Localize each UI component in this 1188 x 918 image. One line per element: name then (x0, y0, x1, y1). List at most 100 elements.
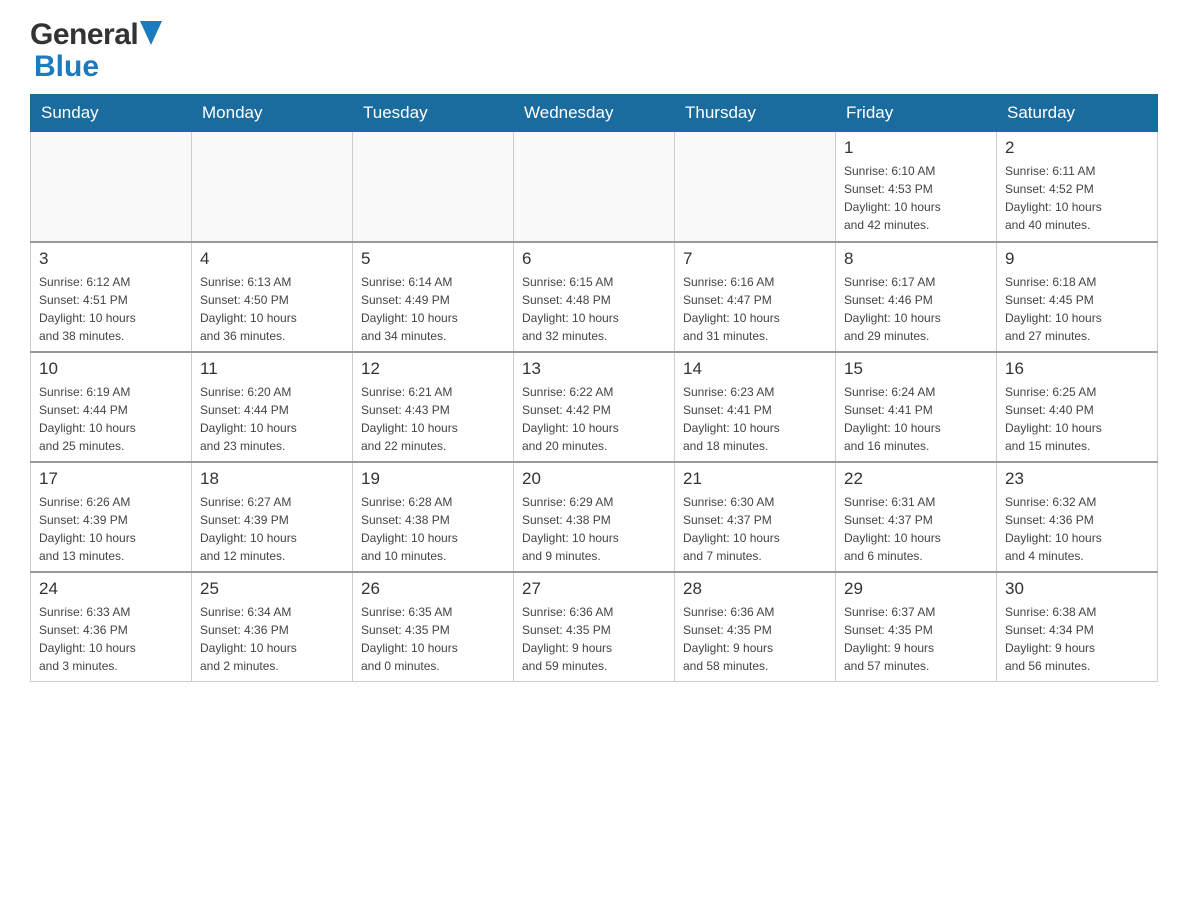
calendar-week-row: 17 Sunrise: 6:26 AM Sunset: 4:39 PM Dayli… (31, 462, 1158, 572)
day-number: 30 (1005, 579, 1149, 599)
calendar-cell: 30 Sunrise: 6:38 AM Sunset: 4:34 PM Dayli… (997, 572, 1158, 682)
day-info: Sunrise: 6:33 AM Sunset: 4:36 PM Dayligh… (39, 603, 183, 675)
calendar-cell: 29Sunrise: 6:37 AM Sunset: 4:35 PM Dayli… (836, 572, 997, 682)
day-info: Sunrise: 6:22 AM Sunset: 4:42 PM Dayligh… (522, 383, 666, 455)
day-info: Sunrise: 6:17 AM Sunset: 4:46 PM Dayligh… (844, 273, 988, 345)
day-info: Sunrise: 6:16 AM Sunset: 4:47 PM Dayligh… (683, 273, 827, 345)
day-number: 27 (522, 579, 666, 599)
calendar-cell: 23 Sunrise: 6:32 AM Sunset: 4:36 PM Dayli… (997, 462, 1158, 572)
day-info: Sunrise: 6:13 AM Sunset: 4:50 PM Dayligh… (200, 273, 344, 345)
calendar-header-row: SundayMondayTuesdayWednesdayThursdayFrid… (31, 95, 1158, 132)
day-number: 26 (361, 579, 505, 599)
calendar-cell: 13Sunrise: 6:22 AM Sunset: 4:42 PM Dayli… (514, 352, 675, 462)
day-number: 17 (39, 469, 183, 489)
day-info: Sunrise: 6:10 AM Sunset: 4:53 PM Dayligh… (844, 162, 988, 234)
calendar-week-row: 1 Sunrise: 6:10 AM Sunset: 4:53 PM Daylig… (31, 132, 1158, 242)
calendar-cell: 5 Sunrise: 6:14 AM Sunset: 4:49 PM Daylig… (353, 242, 514, 352)
day-info: Sunrise: 6:32 AM Sunset: 4:36 PM Dayligh… (1005, 493, 1149, 565)
day-number: 21 (683, 469, 827, 489)
day-number: 7 (683, 249, 827, 269)
calendar-cell: 3 Sunrise: 6:12 AM Sunset: 4:51 PM Daylig… (31, 242, 192, 352)
calendar-week-row: 3 Sunrise: 6:12 AM Sunset: 4:51 PM Daylig… (31, 242, 1158, 352)
calendar-cell: 25 Sunrise: 6:34 AM Sunset: 4:36 PM Dayli… (192, 572, 353, 682)
day-info: Sunrise: 6:21 AM Sunset: 4:43 PM Dayligh… (361, 383, 505, 455)
calendar-cell (192, 132, 353, 242)
day-info: Sunrise: 6:37 AM Sunset: 4:35 PM Dayligh… (844, 603, 988, 675)
calendar-cell: 19 Sunrise: 6:28 AM Sunset: 4:38 PM Dayli… (353, 462, 514, 572)
day-number: 2 (1005, 138, 1149, 158)
calendar-cell: 10 Sunrise: 6:19 AM Sunset: 4:44 PM Dayli… (31, 352, 192, 462)
day-number: 5 (361, 249, 505, 269)
weekday-header-wednesday: Wednesday (514, 95, 675, 132)
day-info: Sunrise: 6:30 AM Sunset: 4:37 PM Dayligh… (683, 493, 827, 565)
day-info: Sunrise: 6:35 AM Sunset: 4:35 PM Dayligh… (361, 603, 505, 675)
calendar-cell: 27 Sunrise: 6:36 AM Sunset: 4:35 PM Dayli… (514, 572, 675, 682)
calendar-cell: 9Sunrise: 6:18 AM Sunset: 4:45 PM Daylig… (997, 242, 1158, 352)
day-info: Sunrise: 6:23 AM Sunset: 4:41 PM Dayligh… (683, 383, 827, 455)
day-info: Sunrise: 6:26 AM Sunset: 4:39 PM Dayligh… (39, 493, 183, 565)
calendar-cell (31, 132, 192, 242)
weekday-header-monday: Monday (192, 95, 353, 132)
calendar-cell: 15 Sunrise: 6:24 AM Sunset: 4:41 PM Dayli… (836, 352, 997, 462)
calendar-table: SundayMondayTuesdayWednesdayThursdayFrid… (30, 94, 1158, 682)
calendar-week-row: 24 Sunrise: 6:33 AM Sunset: 4:36 PM Dayli… (31, 572, 1158, 682)
day-number: 16 (1005, 359, 1149, 379)
day-info: Sunrise: 6:25 AM Sunset: 4:40 PM Dayligh… (1005, 383, 1149, 455)
day-number: 10 (39, 359, 183, 379)
day-info: Sunrise: 6:12 AM Sunset: 4:51 PM Dayligh… (39, 273, 183, 345)
day-number: 19 (361, 469, 505, 489)
day-number: 23 (1005, 469, 1149, 489)
logo-triangle-icon (140, 21, 162, 45)
day-info: Sunrise: 6:38 AM Sunset: 4:34 PM Dayligh… (1005, 603, 1149, 675)
day-number: 18 (200, 469, 344, 489)
day-info: Sunrise: 6:24 AM Sunset: 4:41 PM Dayligh… (844, 383, 988, 455)
day-number: 3 (39, 249, 183, 269)
day-info: Sunrise: 6:28 AM Sunset: 4:38 PM Dayligh… (361, 493, 505, 565)
calendar-cell: 17 Sunrise: 6:26 AM Sunset: 4:39 PM Dayli… (31, 462, 192, 572)
day-number: 15 (844, 359, 988, 379)
calendar-cell: 20 Sunrise: 6:29 AM Sunset: 4:38 PM Dayli… (514, 462, 675, 572)
calendar-cell: 28 Sunrise: 6:36 AM Sunset: 4:35 PM Dayli… (675, 572, 836, 682)
day-number: 22 (844, 469, 988, 489)
calendar-cell: 12 Sunrise: 6:21 AM Sunset: 4:43 PM Dayli… (353, 352, 514, 462)
weekday-header-thursday: Thursday (675, 95, 836, 132)
day-number: 8 (844, 249, 988, 269)
day-info: Sunrise: 6:29 AM Sunset: 4:38 PM Dayligh… (522, 493, 666, 565)
day-number: 4 (200, 249, 344, 269)
day-info: Sunrise: 6:36 AM Sunset: 4:35 PM Dayligh… (683, 603, 827, 675)
calendar-cell: 6Sunrise: 6:15 AM Sunset: 4:48 PM Daylig… (514, 242, 675, 352)
day-info: Sunrise: 6:14 AM Sunset: 4:49 PM Dayligh… (361, 273, 505, 345)
day-number: 24 (39, 579, 183, 599)
day-number: 11 (200, 359, 344, 379)
day-info: Sunrise: 6:31 AM Sunset: 4:37 PM Dayligh… (844, 493, 988, 565)
calendar-cell: 8 Sunrise: 6:17 AM Sunset: 4:46 PM Daylig… (836, 242, 997, 352)
day-number: 1 (844, 138, 988, 158)
day-number: 14 (683, 359, 827, 379)
day-number: 20 (522, 469, 666, 489)
calendar-cell: 11 Sunrise: 6:20 AM Sunset: 4:44 PM Dayli… (192, 352, 353, 462)
day-info: Sunrise: 6:27 AM Sunset: 4:39 PM Dayligh… (200, 493, 344, 565)
calendar-cell: 14 Sunrise: 6:23 AM Sunset: 4:41 PM Dayli… (675, 352, 836, 462)
day-info: Sunrise: 6:18 AM Sunset: 4:45 PM Dayligh… (1005, 273, 1149, 345)
page-header: General Blue (30, 20, 1158, 84)
day-info: Sunrise: 6:34 AM Sunset: 4:36 PM Dayligh… (200, 603, 344, 675)
weekday-header-friday: Friday (836, 95, 997, 132)
calendar-cell (675, 132, 836, 242)
day-info: Sunrise: 6:36 AM Sunset: 4:35 PM Dayligh… (522, 603, 666, 675)
calendar-cell: 26 Sunrise: 6:35 AM Sunset: 4:35 PM Dayli… (353, 572, 514, 682)
calendar-cell: 1 Sunrise: 6:10 AM Sunset: 4:53 PM Daylig… (836, 132, 997, 242)
day-number: 12 (361, 359, 505, 379)
calendar-cell: 2Sunrise: 6:11 AM Sunset: 4:52 PM Daylig… (997, 132, 1158, 242)
calendar-cell: 22 Sunrise: 6:31 AM Sunset: 4:37 PM Dayli… (836, 462, 997, 572)
day-info: Sunrise: 6:15 AM Sunset: 4:48 PM Dayligh… (522, 273, 666, 345)
calendar-cell: 24 Sunrise: 6:33 AM Sunset: 4:36 PM Dayli… (31, 572, 192, 682)
logo-general: General (30, 20, 138, 50)
day-number: 28 (683, 579, 827, 599)
day-number: 25 (200, 579, 344, 599)
day-info: Sunrise: 6:20 AM Sunset: 4:44 PM Dayligh… (200, 383, 344, 455)
day-info: Sunrise: 6:19 AM Sunset: 4:44 PM Dayligh… (39, 383, 183, 455)
calendar-cell: 21 Sunrise: 6:30 AM Sunset: 4:37 PM Dayli… (675, 462, 836, 572)
calendar-week-row: 10 Sunrise: 6:19 AM Sunset: 4:44 PM Dayli… (31, 352, 1158, 462)
weekday-header-tuesday: Tuesday (353, 95, 514, 132)
calendar-cell (353, 132, 514, 242)
